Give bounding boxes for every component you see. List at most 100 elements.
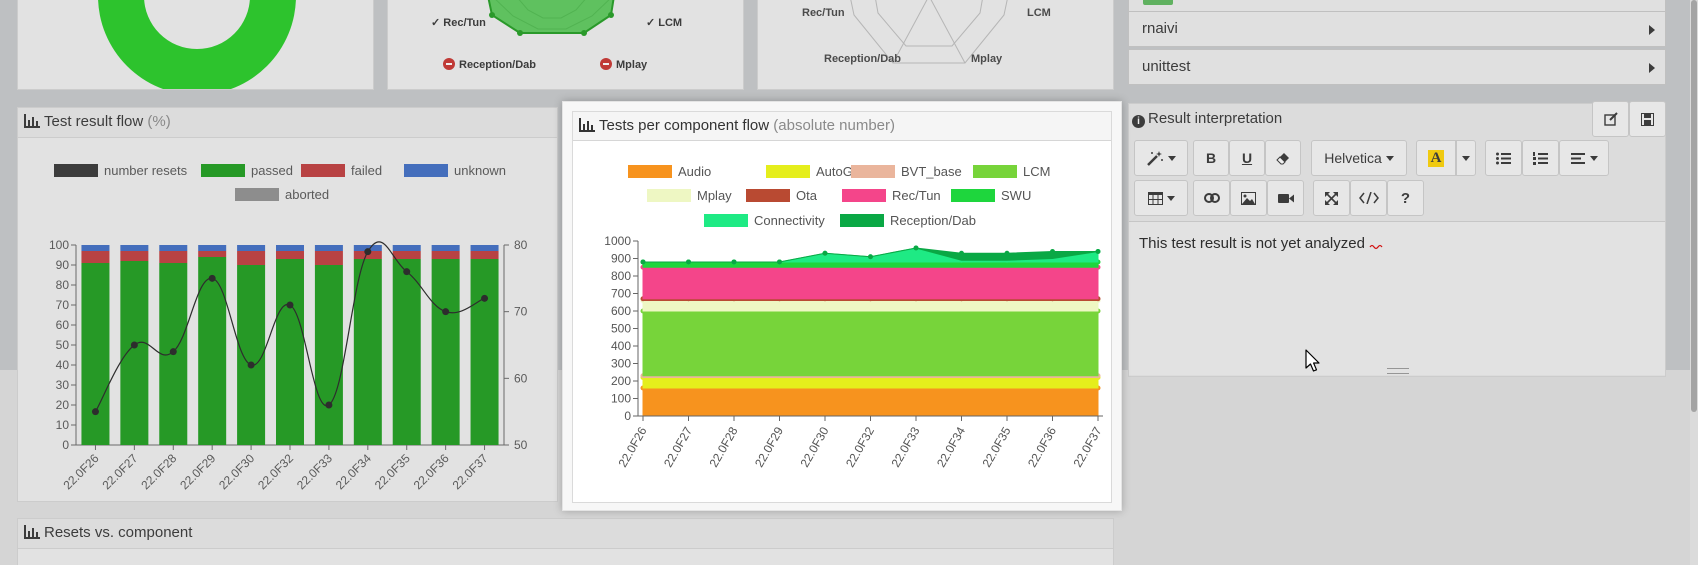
x-axis-tick-label: 22.0F26	[61, 451, 102, 492]
clear-format-button[interactable]	[1265, 140, 1301, 176]
link-button[interactable]	[1193, 180, 1230, 216]
style-button[interactable]	[1134, 140, 1188, 176]
y-axis-tick-label: 500	[611, 322, 631, 336]
legend-label-ota: Ota	[796, 188, 818, 203]
legend-label-swu: SWU	[1001, 188, 1031, 203]
caret-right-icon	[1649, 25, 1655, 35]
bar-unknown	[198, 245, 227, 251]
save-button[interactable]	[1629, 101, 1666, 137]
x-axis-tick-label: 22.0F28	[706, 424, 740, 469]
tests-per-component-chart: Audio AutoGW BVT_base LCMMplay Ota Rec/Tun SWU…	[604, 164, 1104, 470]
accordion-item-label: unittest	[1142, 58, 1191, 75]
y-axis-tick-label: 1000	[604, 234, 631, 248]
editor-resize-handle[interactable]	[1387, 368, 1409, 374]
point-number-resets	[286, 301, 294, 309]
scrollbar-track[interactable]	[1690, 0, 1698, 565]
picture-button[interactable]	[1230, 180, 1267, 216]
legend-swatch-failed	[301, 164, 345, 177]
x-axis-tick-label: 22.0F29	[177, 451, 218, 492]
bar-chart-icon	[24, 114, 40, 128]
point-reception-dab	[1095, 249, 1101, 254]
numbered-list-icon	[1533, 151, 1548, 165]
y2-axis-tick-label: 70	[514, 305, 528, 319]
bar-failed	[276, 251, 304, 259]
bar-unknown	[470, 245, 499, 251]
bar-passed	[237, 265, 266, 445]
legend-label-failed: failed	[351, 163, 382, 178]
tests-per-component-modal: Tests per component flow (absolute numbe…	[562, 101, 1122, 511]
help-button[interactable]: ?	[1387, 180, 1424, 216]
scrollbar-thumb[interactable]	[1691, 0, 1697, 412]
bar-unknown	[314, 245, 343, 251]
bar-passed	[276, 259, 304, 445]
x-axis-tick-label: 22.0F32	[255, 451, 296, 492]
paragraph-align-dropdown[interactable]	[1559, 140, 1609, 176]
eraser-icon	[1276, 153, 1289, 165]
test-result-flow-chart: number resets passed failed unknown aborted 0…	[49, 163, 528, 492]
bar-failed	[314, 251, 343, 265]
x-axis-tick-label: 22.0F30	[797, 424, 831, 469]
rich-text-editor[interactable]: This test result is not yet analyzed	[1129, 221, 1665, 375]
font-name-dropdown[interactable]: Helvetica	[1311, 140, 1407, 176]
image-icon	[1241, 191, 1256, 205]
bar-unknown	[81, 245, 110, 251]
unordered-list-button[interactable]	[1485, 140, 1522, 176]
point-number-resets	[481, 294, 489, 302]
point-number-resets	[364, 248, 372, 256]
chevron-down-icon	[1462, 155, 1470, 161]
chevron-down-icon	[1385, 155, 1394, 161]
x-axis-tick-label: 22.0F32	[843, 424, 877, 469]
point-number-resets	[247, 361, 255, 369]
edit-button[interactable]	[1592, 101, 1629, 137]
code-view-button[interactable]	[1350, 180, 1387, 216]
bold-button[interactable]: B	[1193, 140, 1229, 176]
panel-header: i Result interpretation	[1129, 104, 1665, 134]
radar-label-reception-dab: Reception/Dab	[459, 59, 536, 71]
legend-swatch-audio	[628, 165, 672, 178]
point-number-resets	[325, 401, 333, 409]
fullscreen-button[interactable]	[1313, 180, 1350, 216]
panel-header: Resets vs. component	[18, 519, 1113, 549]
underline-button[interactable]: U	[1229, 140, 1265, 176]
spellcheck-squiggle-icon	[1369, 244, 1383, 250]
x-axis-tick-label: 22.0F36	[1025, 424, 1059, 469]
bar-chart-icon	[579, 118, 595, 132]
bar-unknown	[237, 245, 266, 251]
x-axis-tick-label: 22.0F30	[216, 451, 257, 492]
radar-label-lcm: LCM	[1027, 7, 1051, 19]
text-color-button[interactable]: A	[1416, 140, 1456, 176]
x-axis-tick-label: 22.0F34	[333, 451, 374, 492]
x-axis-tick-label: 22.0F33	[294, 451, 335, 492]
y2-axis-tick-label: 80	[514, 238, 528, 252]
point-reception-dab	[686, 259, 691, 265]
resets-vs-component-panel: Resets vs. component	[17, 518, 1114, 565]
bar-passed	[81, 263, 110, 445]
y-axis-tick-label: 100	[611, 392, 631, 406]
legend-label-passed: passed	[251, 163, 293, 178]
bar-failed	[392, 251, 421, 259]
bar-unknown	[159, 245, 188, 251]
y-axis-tick-label: 10	[56, 418, 70, 432]
accordion-item-rnaivi[interactable]: rnaivi	[1128, 11, 1666, 47]
bar-failed	[470, 251, 499, 259]
text-color-dropdown[interactable]	[1456, 140, 1476, 176]
y-axis-tick-label: 700	[611, 287, 631, 301]
y-axis-tick-label: 100	[49, 238, 69, 252]
table-button[interactable]	[1134, 180, 1188, 216]
info-icon: i	[1132, 115, 1145, 128]
area-rec-tun	[642, 266, 1099, 300]
table-icon	[1147, 191, 1163, 205]
point-reception-dab	[913, 245, 919, 251]
legend-swatch-passed	[201, 164, 245, 177]
result-interpretation-panel: iResult interpretation B U Helvetica A	[1128, 101, 1666, 377]
x-axis-tick-label: 22.0F26	[615, 424, 649, 469]
editor-text: This test result is not yet analyzed	[1139, 235, 1365, 252]
video-button[interactable]	[1267, 180, 1304, 216]
point-reception-dab	[822, 250, 828, 256]
x-axis-tick-label: 22.0F35	[979, 424, 1013, 469]
bar-failed	[81, 251, 110, 263]
legend-label-reception-dab: Reception/Dab	[890, 213, 976, 228]
bar-unknown	[120, 245, 149, 251]
ordered-list-button[interactable]	[1522, 140, 1559, 176]
accordion-item-unittest[interactable]: unittest	[1128, 49, 1666, 85]
